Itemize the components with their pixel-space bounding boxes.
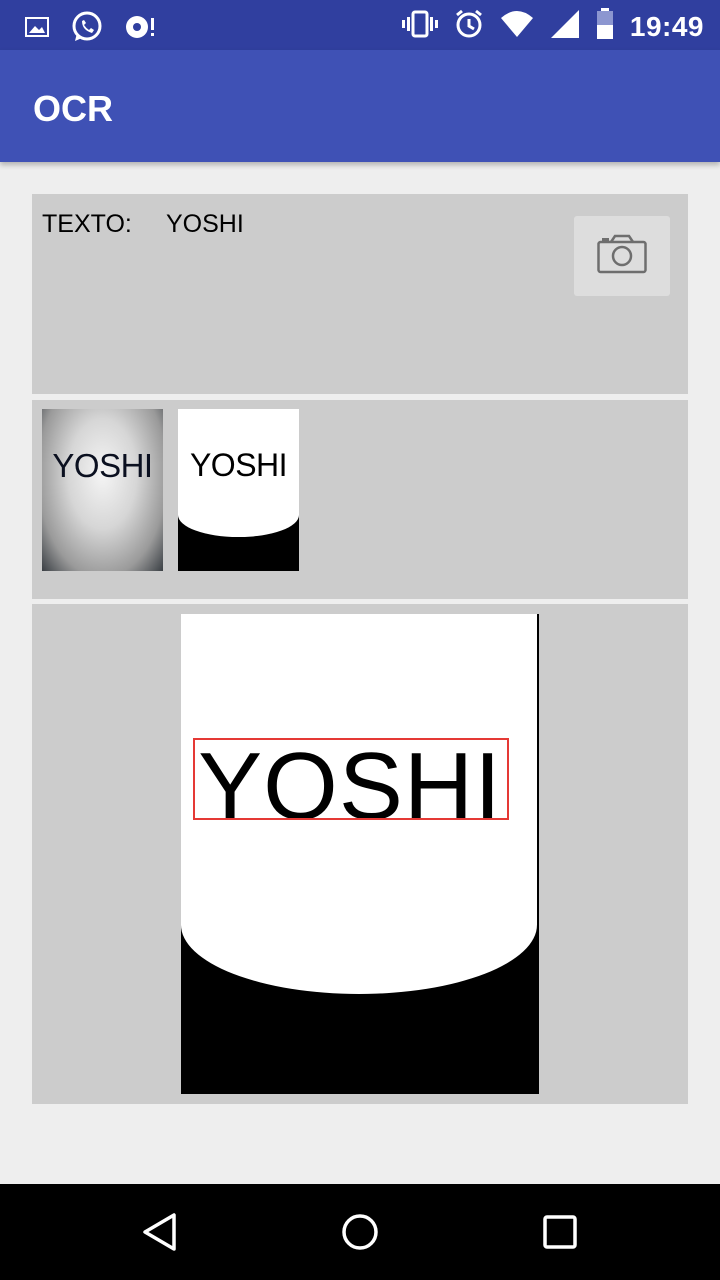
alarm-icon bbox=[454, 9, 484, 44]
preview-panel: YOSHI bbox=[32, 604, 688, 1104]
camera-icon bbox=[597, 234, 647, 279]
original-thumbnail[interactable]: YOSHI bbox=[42, 409, 163, 571]
texto-value: YOSHI bbox=[166, 210, 244, 238]
result-panel: TEXTO: YOSHI bbox=[32, 194, 688, 394]
signal-icon bbox=[550, 9, 580, 44]
whatsapp-icon bbox=[70, 10, 104, 49]
thumbnails-panel: YOSHI YOSHI bbox=[32, 400, 688, 599]
image-icon bbox=[24, 14, 50, 45]
binarized-thumbnail-text: YOSHI bbox=[189, 447, 288, 483]
binarized-thumbnail[interactable]: YOSHI bbox=[178, 409, 299, 571]
status-bar: 19:49 bbox=[0, 0, 720, 50]
battery-icon bbox=[596, 8, 614, 45]
navigation-bar bbox=[0, 1184, 720, 1280]
processed-image: YOSHI bbox=[181, 614, 539, 1094]
app-title: OCR bbox=[33, 88, 113, 129]
original-thumbnail-text: YOSHI bbox=[52, 447, 153, 484]
vibrate-icon bbox=[401, 9, 438, 44]
home-icon[interactable] bbox=[340, 1212, 380, 1252]
text-bounding-box bbox=[193, 738, 509, 820]
back-icon[interactable] bbox=[140, 1212, 180, 1252]
recents-icon[interactable] bbox=[540, 1212, 580, 1252]
app-bar: OCR bbox=[0, 50, 720, 162]
wifi-icon bbox=[500, 10, 534, 43]
camera-button[interactable] bbox=[574, 216, 670, 296]
status-time: 19:49 bbox=[629, 10, 704, 42]
texto-label: TEXTO: bbox=[42, 210, 132, 238]
sync-icon bbox=[124, 12, 158, 47]
